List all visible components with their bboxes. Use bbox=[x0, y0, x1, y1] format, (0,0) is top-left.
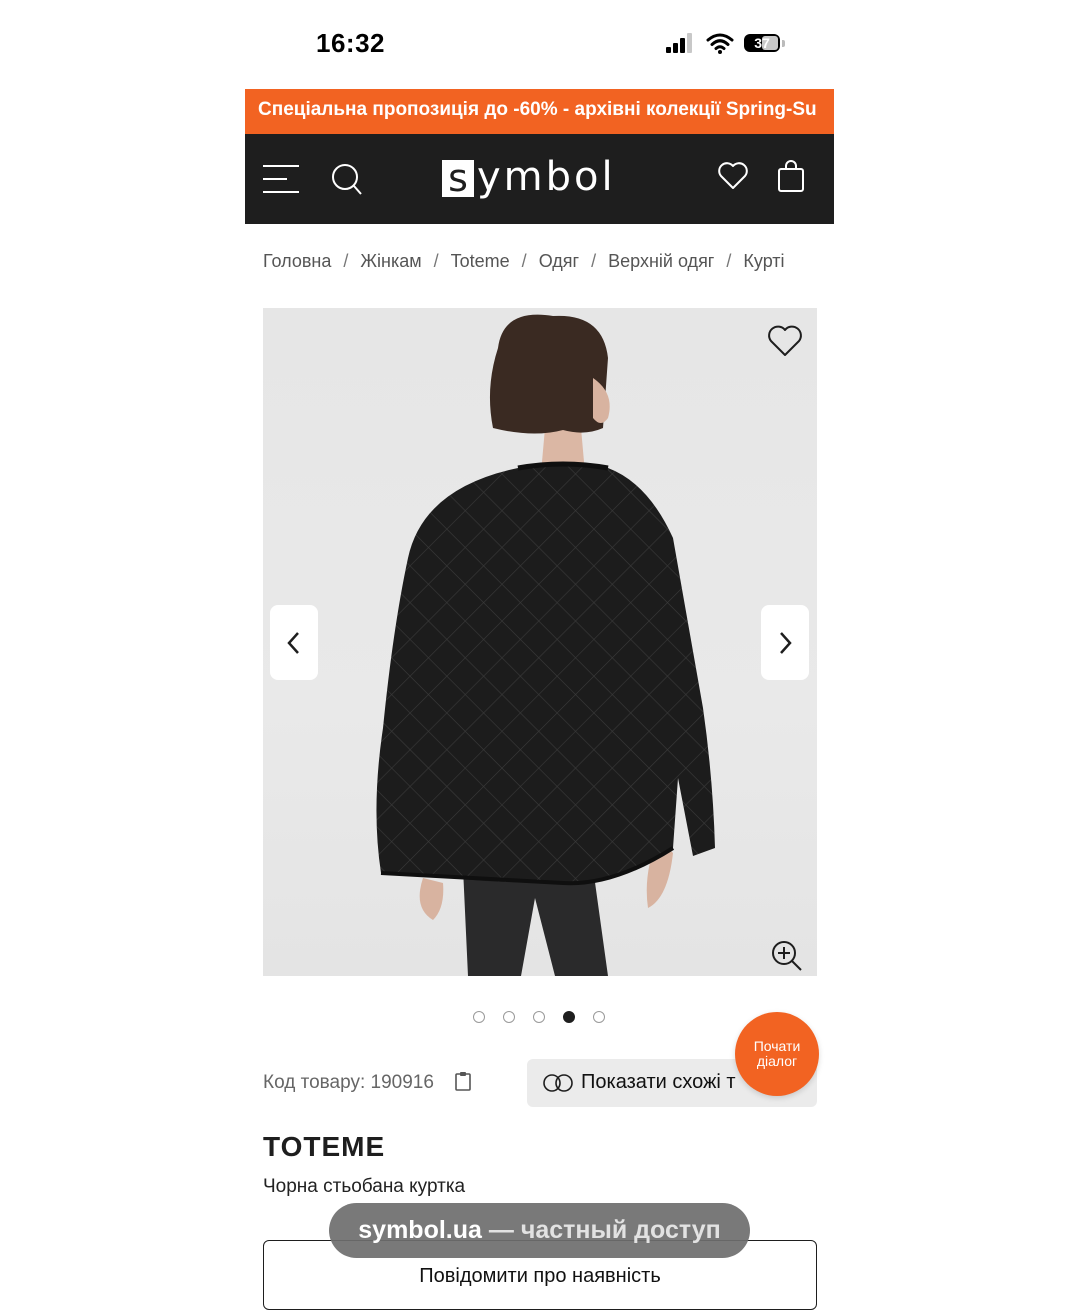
product-photo bbox=[376, 314, 715, 976]
menu-icon[interactable] bbox=[263, 164, 299, 194]
breadcrumb-item[interactable]: Головна bbox=[263, 251, 331, 271]
breadcrumb-separator: / bbox=[343, 251, 349, 271]
breadcrumb-item[interactable]: Курті bbox=[743, 251, 784, 271]
battery-icon: 37 bbox=[744, 34, 780, 52]
status-time: 16:32 bbox=[316, 28, 385, 58]
battery-level-text: 37 bbox=[754, 35, 770, 51]
zoom-in-icon[interactable] bbox=[771, 940, 803, 972]
start-chat-button[interactable]: Почати діалог bbox=[735, 1012, 819, 1096]
gallery-prev-button[interactable] bbox=[270, 605, 318, 680]
show-similar-label: Показати схожі т bbox=[581, 1071, 736, 1093]
site-header: s ymbol bbox=[245, 134, 834, 224]
cellular-signal-icon bbox=[666, 33, 692, 53]
notify-availability-label: Повідомити про наявність bbox=[419, 1265, 661, 1287]
chevron-left-icon bbox=[287, 632, 299, 654]
gallery-dot[interactable] bbox=[563, 1011, 575, 1023]
breadcrumb-item[interactable]: Одяг bbox=[539, 251, 579, 271]
product-title: Чорна стьобана куртка bbox=[263, 1176, 466, 1197]
gallery-dot[interactable] bbox=[593, 1011, 605, 1023]
promo-banner[interactable]: Спеціальна пропозиція до -60% - архівні … bbox=[245, 89, 834, 134]
breadcrumb-separator: / bbox=[433, 251, 439, 271]
breadcrumb: Головна / Жінкам / Toteme / Одяг / Верхній одяг /… bbox=[263, 251, 817, 277]
similar-items-icon bbox=[543, 1074, 573, 1092]
shopping-bag-icon[interactable] bbox=[777, 159, 805, 193]
breadcrumb-separator: / bbox=[521, 251, 527, 271]
gallery-dot[interactable] bbox=[533, 1011, 545, 1023]
add-to-wishlist-icon[interactable] bbox=[767, 324, 803, 358]
chevron-right-icon bbox=[780, 632, 792, 654]
logo-mark: s bbox=[442, 159, 474, 197]
breadcrumb-separator: / bbox=[591, 251, 597, 271]
battery-cap-icon bbox=[782, 40, 785, 47]
gallery-dot[interactable] bbox=[503, 1011, 515, 1023]
wishlist-heart-icon[interactable] bbox=[717, 160, 749, 192]
breadcrumb-item[interactable]: Верхній одяг bbox=[608, 251, 714, 271]
start-chat-label: Почати діалог bbox=[753, 1038, 801, 1069]
gallery-dot[interactable] bbox=[473, 1011, 485, 1023]
product-gallery[interactable] bbox=[263, 308, 817, 976]
product-brand[interactable]: TOTEME bbox=[263, 1131, 385, 1163]
logo-wordmark: ymbol bbox=[477, 154, 616, 200]
breadcrumb-item[interactable]: Toteme bbox=[451, 251, 510, 271]
breadcrumb-separator: / bbox=[726, 251, 732, 271]
breadcrumb-item[interactable]: Жінкам bbox=[360, 251, 421, 271]
access-suffix: — частный доступ bbox=[481, 1216, 721, 1244]
wifi-icon bbox=[706, 33, 734, 54]
product-code: Код товару: 190916 bbox=[263, 1072, 434, 1093]
search-icon[interactable] bbox=[331, 162, 363, 196]
copy-icon[interactable] bbox=[455, 1071, 471, 1091]
access-domain: symbol.ua bbox=[358, 1216, 482, 1244]
gallery-next-button[interactable] bbox=[761, 605, 809, 680]
promo-text: Спеціальна пропозиція до -60% - архівні … bbox=[258, 99, 817, 120]
private-access-banner: symbol.ua — частный доступ bbox=[329, 1203, 750, 1258]
